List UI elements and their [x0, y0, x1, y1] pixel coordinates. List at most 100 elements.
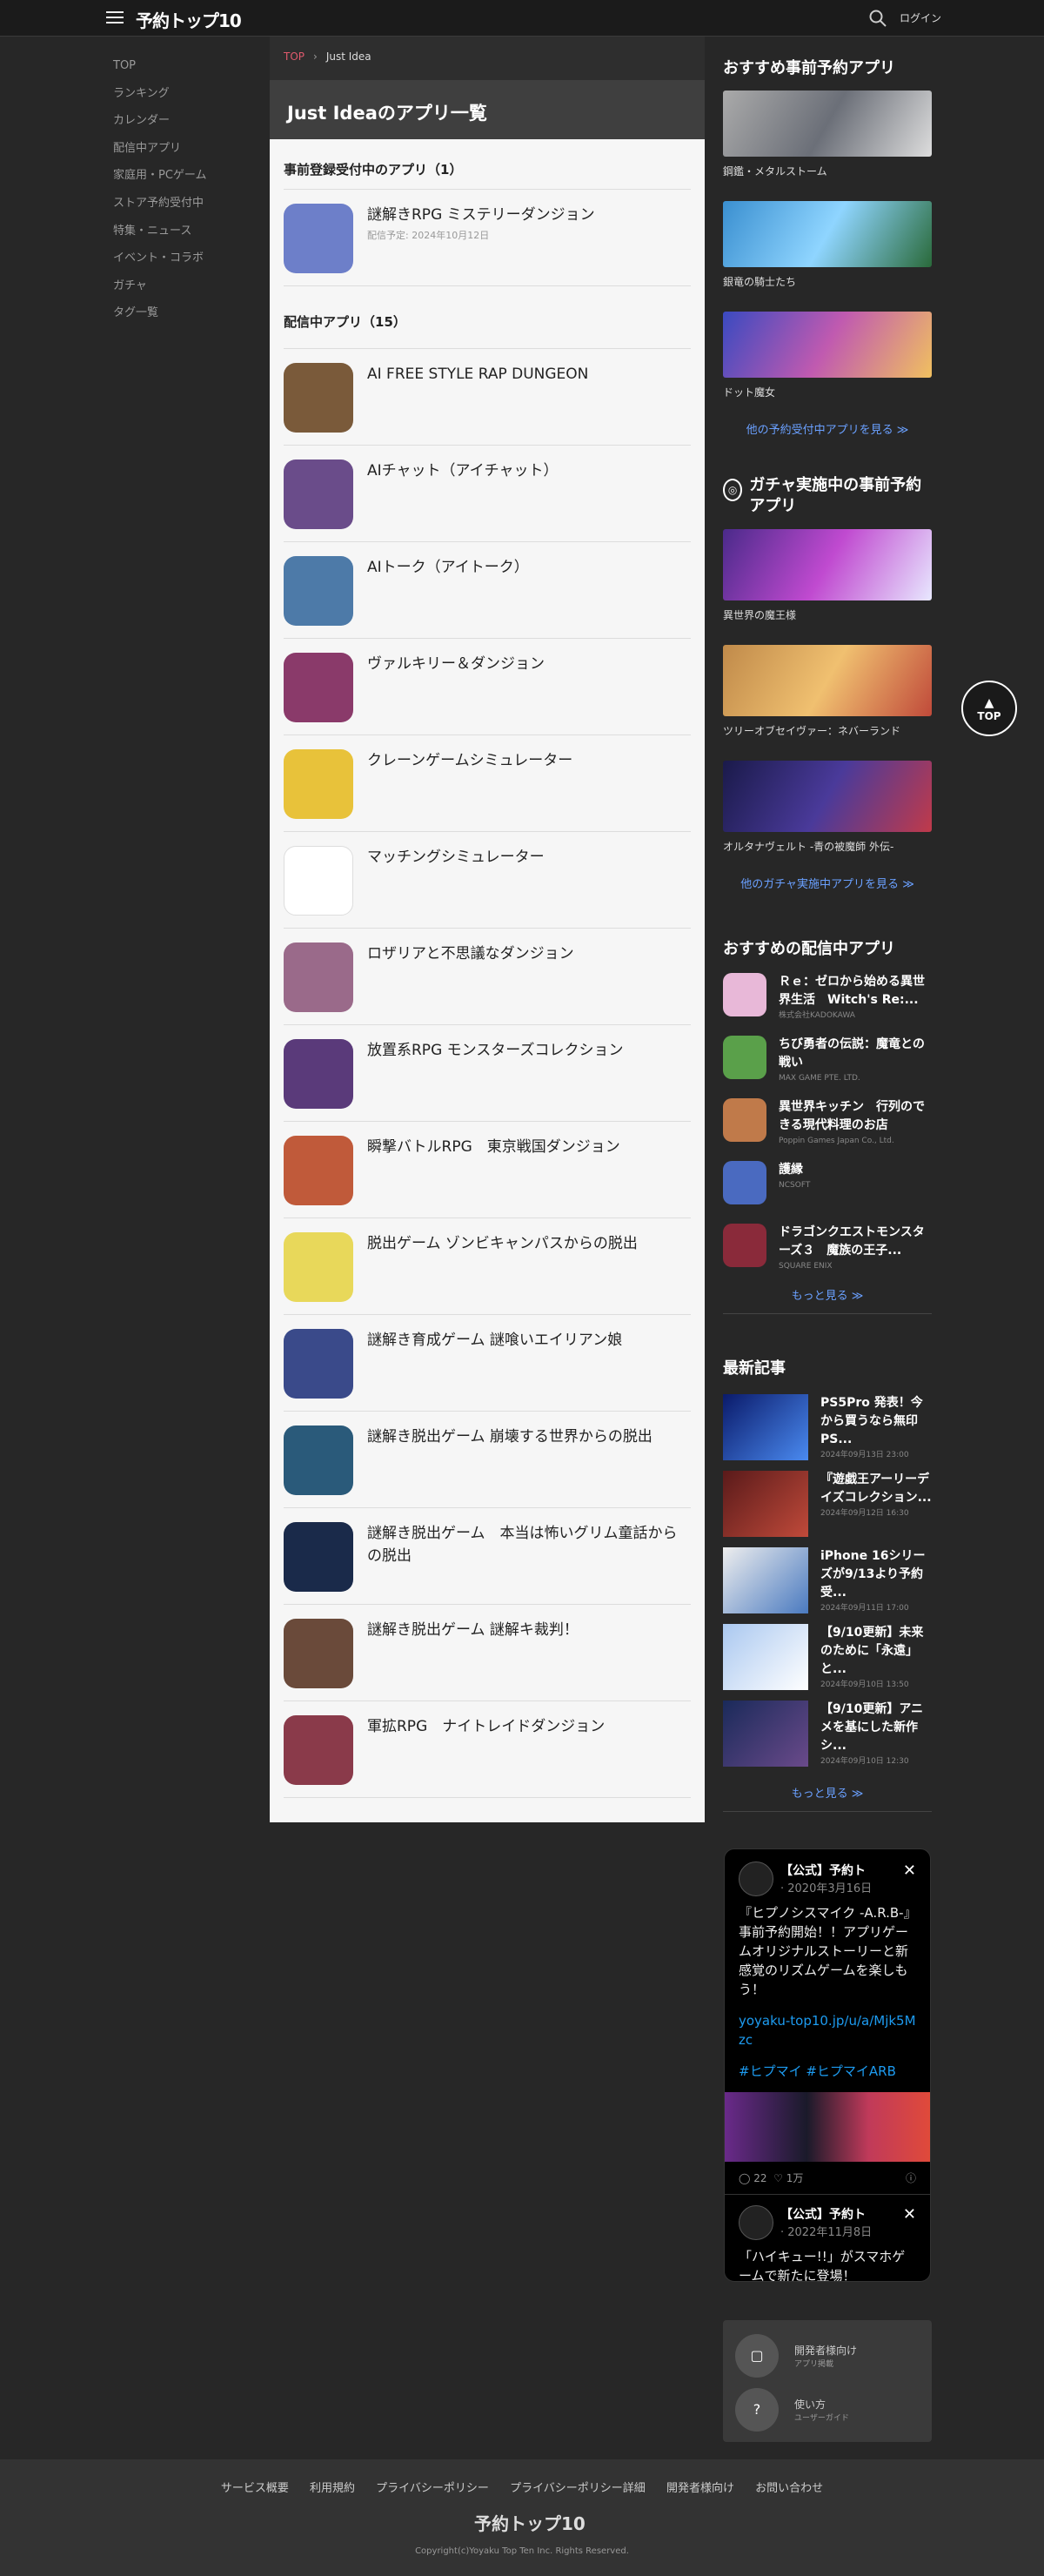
- app-name[interactable]: 脱出ゲーム ゾンビキャンパスからの脱出: [367, 1232, 691, 1255]
- app-icon[interactable]: [284, 363, 353, 433]
- banner-image[interactable]: [723, 529, 932, 600]
- breadcrumb-top[interactable]: TOP: [284, 50, 304, 63]
- app-row[interactable]: 謎解きRPG ミステリーダンジョン 配信予定: 2024年10月12日: [284, 190, 691, 286]
- nav-item[interactable]: イベント・コラボ: [113, 250, 244, 278]
- app-name[interactable]: 瞬撃バトルRPG 東京戦国ダンジョン: [367, 1136, 691, 1158]
- recommended-app[interactable]: 異世界キッチン 行列のできる現代料理のお店 Poppin Games Japan …: [723, 1098, 932, 1147]
- app-name[interactable]: クレーンゲームシミュレーター: [367, 749, 691, 772]
- app-icon[interactable]: [284, 749, 353, 819]
- nav-item[interactable]: 特集・ニュース: [113, 223, 244, 251]
- back-to-top-button[interactable]: ▲ TOP: [961, 681, 1017, 736]
- app-icon[interactable]: [723, 1224, 766, 1267]
- news-item[interactable]: 【9/10更新】未来のために「永遠」と... 2024年09月10日 13:50: [723, 1624, 932, 1701]
- nav-item[interactable]: カレンダー: [113, 112, 244, 140]
- menu-icon[interactable]: [104, 8, 125, 29]
- app-row[interactable]: ヴァルキリー＆ダンジョン: [284, 639, 691, 735]
- app-icon[interactable]: [284, 846, 353, 916]
- more-news-link[interactable]: もっと見る ≫: [723, 1784, 932, 1812]
- user-guide-link[interactable]: ? 使い方 ユーザーガイド: [723, 2376, 932, 2432]
- app-icon[interactable]: [284, 460, 353, 529]
- app-icon[interactable]: [284, 1426, 353, 1495]
- tweet-image[interactable]: [725, 2092, 930, 2162]
- app-icon[interactable]: [723, 1036, 766, 1079]
- app-name[interactable]: 謎解き脱出ゲーム 謎解キ裁判！: [367, 1619, 691, 1641]
- app-row[interactable]: 軍拡RPG ナイトレイドダンジョン: [284, 1701, 691, 1798]
- app-name[interactable]: Ｒｅ：ゼロから始める異世界生活 Witch's Re:...: [779, 973, 932, 1010]
- more-released-link[interactable]: もっと見る ≫: [723, 1286, 932, 1314]
- nav-item[interactable]: 配信中アプリ: [113, 140, 244, 168]
- app-name[interactable]: AI FREE STYLE RAP DUNGEON: [367, 363, 691, 386]
- reply-icon[interactable]: ◯: [739, 2172, 753, 2184]
- app-icon[interactable]: [723, 1098, 766, 1142]
- recommended-app[interactable]: ドラゴンクエストモンスターズ３ 魔族の王子... SQUARE ENIX: [723, 1224, 932, 1272]
- news-title[interactable]: iPhone 16シリーズが9/13より予約受...: [820, 1547, 932, 1602]
- app-row[interactable]: ロザリアと不思議なダンジョン: [284, 929, 691, 1025]
- app-name[interactable]: AIトーク（アイトーク）: [367, 556, 691, 579]
- news-item[interactable]: iPhone 16シリーズが9/13より予約受... 2024年09月11日 17…: [723, 1547, 932, 1624]
- search-icon[interactable]: [868, 9, 887, 28]
- recommended-app[interactable]: Ｒｅ：ゼロから始める異世界生活 Witch's Re:... 株式会社KADOKA…: [723, 973, 932, 1022]
- news-title[interactable]: PS5Pro 発表！今から買うなら無印PS...: [820, 1394, 932, 1449]
- banner-image[interactable]: [723, 201, 932, 267]
- footer-link[interactable]: プライバシーポリシー詳細: [510, 2482, 646, 2495]
- nav-item[interactable]: TOP: [113, 57, 244, 85]
- app-icon[interactable]: [284, 1039, 353, 1109]
- app-row[interactable]: 謎解き脱出ゲーム 謎解キ裁判！: [284, 1605, 691, 1701]
- app-icon[interactable]: [723, 1161, 766, 1204]
- footer-link[interactable]: 開発者様向け: [666, 2482, 734, 2495]
- banner-image[interactable]: [723, 761, 932, 832]
- app-row[interactable]: 脱出ゲーム ゾンビキャンパスからの脱出: [284, 1218, 691, 1315]
- app-name[interactable]: ヴァルキリー＆ダンジョン: [367, 653, 691, 675]
- app-name[interactable]: 放置系RPG モンスターズコレクション: [367, 1039, 691, 1062]
- nav-item[interactable]: ガチャ: [113, 278, 244, 305]
- like-icon[interactable]: ♡: [773, 2172, 786, 2184]
- app-name[interactable]: 謎解き脱出ゲーム 崩壊する世界からの脱出: [367, 1426, 691, 1448]
- app-name[interactable]: 軍拡RPG ナイトレイドダンジョン: [367, 1715, 691, 1738]
- app-name[interactable]: ロザリアと不思議なダンジョン: [367, 943, 691, 965]
- app-name[interactable]: 異世界キッチン 行列のできる現代料理のお店: [779, 1098, 932, 1135]
- recommended-app[interactable]: ちび勇者の伝説：魔竜との戦い MAX GAME PTE. LTD.: [723, 1036, 932, 1084]
- app-row[interactable]: AI FREE STYLE RAP DUNGEON: [284, 349, 691, 446]
- app-row[interactable]: AIチャット（アイチャット）: [284, 446, 691, 542]
- news-item[interactable]: 『遊戯王アーリーデイズコレクション... 2024年09月12日 16:30: [723, 1471, 932, 1547]
- banner-caption[interactable]: オルタナヴェルト -青の被魔師 外伝-: [723, 839, 932, 854]
- nav-item[interactable]: タグ一覧: [113, 305, 244, 332]
- app-name[interactable]: AIチャット（アイチャット）: [367, 460, 691, 482]
- news-thumbnail[interactable]: [723, 1471, 808, 1537]
- footer-link[interactable]: プライバシーポリシー: [376, 2482, 489, 2495]
- app-row[interactable]: 謎解き脱出ゲーム 本当は怖いグリム童話からの脱出: [284, 1508, 691, 1605]
- app-row[interactable]: クレーンゲームシミュレーター: [284, 735, 691, 832]
- nav-item[interactable]: ストア予約受付中: [113, 195, 244, 223]
- info-icon[interactable]: ⓘ: [906, 2170, 916, 2185]
- app-icon[interactable]: [284, 1619, 353, 1688]
- app-name[interactable]: 謎解きRPG ミステリーダンジョン: [367, 204, 691, 226]
- app-icon[interactable]: [723, 973, 766, 1016]
- news-item[interactable]: PS5Pro 発表！今から買うなら無印PS... 2024年09月13日 23:0…: [723, 1394, 932, 1471]
- banner-caption[interactable]: ツリーオブセイヴァー：ネバーランド: [723, 723, 932, 738]
- news-thumbnail[interactable]: [723, 1394, 808, 1460]
- banner-image[interactable]: [723, 645, 932, 716]
- banner-caption[interactable]: 銀竜の騎士たち: [723, 274, 932, 289]
- app-icon[interactable]: [284, 1329, 353, 1399]
- news-thumbnail[interactable]: [723, 1547, 808, 1613]
- news-thumbnail[interactable]: [723, 1701, 808, 1767]
- nav-item[interactable]: 家庭用・PCゲーム: [113, 167, 244, 195]
- banner-caption[interactable]: ドット魔女: [723, 385, 932, 399]
- app-row[interactable]: 謎解き脱出ゲーム 崩壊する世界からの脱出: [284, 1412, 691, 1508]
- app-row[interactable]: 放置系RPG モンスターズコレクション: [284, 1025, 691, 1122]
- app-row[interactable]: 謎解き育成ゲーム 謎喰いエイリアン娘: [284, 1315, 691, 1412]
- more-gacha-link[interactable]: 他のガチャ実施中アプリを見る ≫: [723, 875, 932, 891]
- app-name[interactable]: 謎解き脱出ゲーム 本当は怖いグリム童話からの脱出: [367, 1522, 691, 1567]
- app-name[interactable]: マッチングシミュレーター: [367, 846, 691, 869]
- news-item[interactable]: 【9/10更新】アニメを基にした新作シ... 2024年09月10日 12:30: [723, 1701, 932, 1777]
- app-icon[interactable]: [284, 943, 353, 1012]
- site-logo[interactable]: 予約トップ10: [136, 7, 242, 32]
- footer-link[interactable]: 利用規約: [310, 2482, 355, 2495]
- app-icon[interactable]: [284, 204, 353, 273]
- app-name[interactable]: ドラゴンクエストモンスターズ３ 魔族の王子...: [779, 1224, 932, 1260]
- more-preorder-link[interactable]: 他の予約受付中アプリを見る ≫: [723, 420, 932, 437]
- app-name[interactable]: 謎解き育成ゲーム 謎喰いエイリアン娘: [367, 1329, 691, 1352]
- developer-link[interactable]: ▢ 開発者様向け アプリ掲載: [723, 2320, 932, 2378]
- banner-caption[interactable]: 異世界の魔王様: [723, 607, 932, 622]
- app-icon[interactable]: [284, 1232, 353, 1302]
